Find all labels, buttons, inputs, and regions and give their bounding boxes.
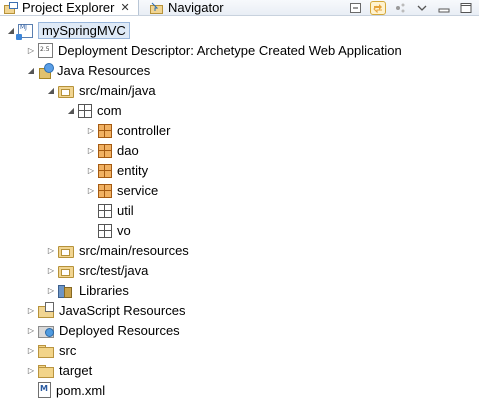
tree-item-label: Deployment Descriptor: Archetype Created… <box>58 42 402 58</box>
tree-item-label: JavaScript Resources <box>59 302 186 318</box>
tree-item[interactable]: ▷ JavaScript Resources <box>0 300 479 320</box>
expanded-arrow-icon[interactable]: ◢ <box>6 20 16 40</box>
tree-item[interactable]: ▷ entity <box>0 160 479 180</box>
tree-item-label: src/main/resources <box>79 242 189 258</box>
close-icon[interactable]: ✕ <box>120 1 129 14</box>
collapsed-arrow-icon[interactable]: ▷ <box>46 260 56 280</box>
collapsed-arrow-icon[interactable]: ▷ <box>86 160 96 180</box>
maximize-icon[interactable] <box>459 2 473 14</box>
tree-item[interactable]: ▷ src/main/resources <box>0 240 479 260</box>
tree-item[interactable]: pom.xml <box>0 380 479 400</box>
view-tab-bar: Project Explorer ✕ Navigator <box>0 0 479 16</box>
maven-xml-icon <box>38 382 51 398</box>
package-icon <box>98 143 112 158</box>
tree-item-label: pom.xml <box>56 382 106 398</box>
package-icon <box>98 123 112 138</box>
tree-item-label: Java Resources <box>57 62 151 78</box>
source-folder-icon <box>58 82 74 98</box>
project-explorer-icon <box>4 1 18 14</box>
tree-item[interactable]: ◢ Java Resources <box>0 60 479 80</box>
tree-item[interactable]: ◢ src/main/java <box>0 80 479 100</box>
tree-item[interactable]: ▷ Libraries <box>0 280 479 300</box>
tree-item[interactable]: ▷ Deployment Descriptor: Archetype Create… <box>0 40 479 60</box>
tree-item-label: src/main/java <box>79 82 156 98</box>
tree-item[interactable]: ▷ Deployed Resources <box>0 320 479 340</box>
tree-item[interactable]: ▷ dao <box>0 140 479 160</box>
tree-item-label: service <box>117 182 159 198</box>
package-icon <box>98 183 112 198</box>
collapsed-arrow-icon[interactable]: ▷ <box>46 240 56 260</box>
tree-item-label: src <box>59 342 77 358</box>
tree-item-label: util <box>117 202 134 218</box>
tree-item-label: vo <box>117 222 131 238</box>
tree-item[interactable]: ▷ controller <box>0 120 479 140</box>
collapsed-arrow-icon[interactable]: ▷ <box>86 140 96 160</box>
deployment-descriptor-icon <box>38 42 53 58</box>
tree-item-label: dao <box>117 142 139 158</box>
tree-item-label: src/test/java <box>79 262 149 278</box>
empty-package-icon <box>98 223 112 238</box>
collapsed-arrow-icon[interactable]: ▷ <box>26 320 36 340</box>
tree-item[interactable]: util <box>0 200 479 220</box>
tree-item-label: Libraries <box>79 282 129 298</box>
collapse-all-icon[interactable] <box>349 2 363 14</box>
expanded-arrow-icon[interactable]: ◢ <box>66 100 76 120</box>
source-folder-icon <box>58 262 74 278</box>
empty-package-icon <box>78 103 92 118</box>
tab-navigator-label: Navigator <box>168 0 224 15</box>
tree-item[interactable]: ◢ mySpringMVC <box>0 20 479 40</box>
expanded-arrow-icon[interactable]: ◢ <box>26 60 36 80</box>
view-toolbar <box>349 0 473 15</box>
chevron-down-icon[interactable] <box>415 2 429 14</box>
libraries-icon <box>58 282 74 298</box>
tree-item[interactable]: ▷ target <box>0 360 479 380</box>
collapsed-arrow-icon[interactable]: ▷ <box>26 360 36 380</box>
minimize-icon[interactable] <box>437 2 451 14</box>
tree-item-label: mySpringMVC <box>38 21 130 39</box>
collapsed-arrow-icon[interactable]: ▷ <box>46 280 56 300</box>
java-resources-icon <box>38 63 54 79</box>
collapsed-arrow-icon[interactable]: ▷ <box>26 40 36 60</box>
tree-item-label: controller <box>117 122 171 138</box>
folder-icon <box>38 342 54 358</box>
tab-project-explorer-label: Project Explorer <box>22 0 115 15</box>
tree-item-label: target <box>59 362 93 378</box>
tree-item[interactable]: ▷ src/test/java <box>0 260 479 280</box>
tree-item[interactable]: ▷ src <box>0 340 479 360</box>
collapsed-arrow-icon[interactable]: ▷ <box>26 300 36 320</box>
javascript-resources-icon <box>38 302 54 318</box>
tree-item-label: Deployed Resources <box>59 322 180 338</box>
collapsed-arrow-icon[interactable]: ▷ <box>86 180 96 200</box>
tree-item[interactable]: ▷ service <box>0 180 479 200</box>
collapsed-arrow-icon[interactable]: ▷ <box>86 120 96 140</box>
package-icon <box>98 163 112 178</box>
link-with-editor-icon[interactable] <box>370 0 386 15</box>
source-folder-icon <box>58 242 74 258</box>
tree-item-label: entity <box>117 162 149 178</box>
tree-item-label: com <box>97 102 122 118</box>
navigator-icon <box>150 2 164 14</box>
tree-item[interactable]: ◢ com <box>0 100 479 120</box>
maven-web-project-icon <box>16 24 33 40</box>
expanded-arrow-icon[interactable]: ◢ <box>46 80 56 100</box>
collapsed-arrow-icon[interactable]: ▷ <box>26 340 36 360</box>
deployed-resources-icon <box>38 322 54 338</box>
empty-package-icon <box>98 203 112 218</box>
focus-icon[interactable] <box>393 2 407 14</box>
folder-icon <box>38 362 54 378</box>
tab-navigator[interactable]: Navigator <box>146 0 224 15</box>
tab-project-explorer[interactable]: Project Explorer ✕ <box>0 0 139 15</box>
tree-item[interactable]: vo <box>0 220 479 240</box>
